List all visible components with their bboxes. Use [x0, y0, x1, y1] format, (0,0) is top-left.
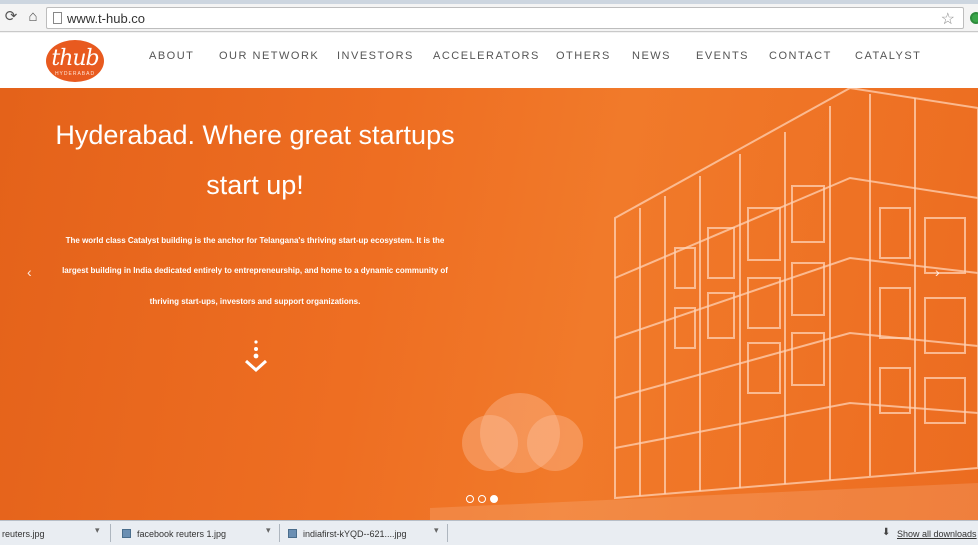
- nav-about[interactable]: ABOUT: [149, 50, 194, 62]
- download-filename: facebook reuters 1.jpg: [137, 529, 227, 539]
- image-file-icon: [288, 529, 297, 538]
- hero-headline-line2: start up!: [206, 170, 304, 200]
- divider: [279, 524, 280, 542]
- download-item[interactable]: indiafirst-kYQD--621....jpg: [288, 525, 407, 543]
- extension-icon[interactable]: [970, 12, 978, 24]
- slider-prev-arrow-icon[interactable]: ‹: [27, 264, 32, 280]
- download-arrow-icon: ⬇: [882, 527, 891, 538]
- logo-text: thub: [51, 46, 99, 71]
- logo-subtext: HYDERABAD: [54, 71, 96, 77]
- slider-dot-1[interactable]: [466, 495, 474, 503]
- scroll-down-icon[interactable]: [240, 338, 272, 378]
- image-file-icon: [122, 529, 131, 538]
- slider-next-arrow-icon[interactable]: ›: [935, 264, 940, 280]
- divider: [447, 524, 448, 542]
- address-bar[interactable]: www.t-hub.co ☆: [46, 7, 964, 29]
- nav-events[interactable]: EVENTS: [696, 50, 749, 62]
- hero-headline-line1: Hyderabad. Where great startups: [55, 120, 455, 150]
- downloads-bar: reuters.jpg ▾ facebook reuters 1.jpg ▾ i…: [0, 520, 978, 545]
- reload-icon[interactable]: ⟳: [2, 8, 20, 26]
- nav-catalyst[interactable]: CATALYST: [855, 50, 921, 62]
- chevron-down-icon[interactable]: ▾: [95, 525, 100, 536]
- nav-others[interactable]: OTHERS: [556, 50, 611, 62]
- site-header: thub HYDERABAD ABOUT OUR NETWORK INVESTO…: [0, 33, 978, 88]
- show-all-downloads-link[interactable]: Show all downloads: [897, 529, 977, 539]
- hero-body-line1: The world class Catalyst building is the…: [65, 236, 445, 245]
- download-filename: indiafirst-kYQD--621....jpg: [303, 529, 407, 539]
- nav-investors[interactable]: INVESTORS: [337, 50, 414, 62]
- slider-dot-2[interactable]: [478, 495, 486, 503]
- nav-accelerators[interactable]: ACCELERATORS: [433, 50, 540, 62]
- hero-slider: Hyderabad. Where great startups start up…: [0, 88, 978, 520]
- browser-toolbar: ⟳ ⌂ www.t-hub.co ☆: [0, 4, 978, 32]
- nav-news[interactable]: NEWS: [632, 50, 671, 62]
- nav-our-network[interactable]: OUR NETWORK: [219, 50, 319, 62]
- nav-contact[interactable]: CONTACT: [769, 50, 832, 62]
- hero-body-line2: largest building in India dedicated enti…: [62, 266, 448, 275]
- thub-logo[interactable]: thub HYDERABAD: [46, 40, 104, 82]
- bookmark-star-icon[interactable]: ☆: [941, 9, 955, 29]
- hero-body-line3: thriving start-ups, investors and suppor…: [149, 297, 361, 306]
- home-icon[interactable]: ⌂: [24, 8, 42, 26]
- slider-dot-3-active[interactable]: [490, 495, 498, 503]
- download-item[interactable]: reuters.jpg: [2, 525, 45, 543]
- chevron-down-icon[interactable]: ▾: [266, 525, 271, 536]
- slider-dots: [466, 490, 502, 508]
- chevron-down-icon[interactable]: ▾: [434, 525, 439, 536]
- divider: [110, 524, 111, 542]
- page-icon: [53, 12, 62, 24]
- download-filename: reuters.jpg: [2, 529, 45, 539]
- download-item[interactable]: facebook reuters 1.jpg: [122, 525, 226, 543]
- url-text[interactable]: www.t-hub.co: [67, 11, 145, 26]
